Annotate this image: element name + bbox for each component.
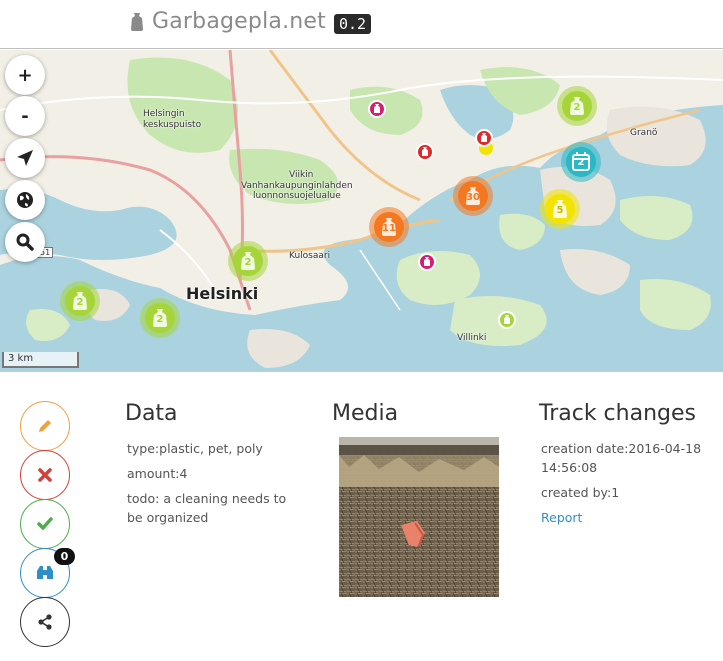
cluster-marker[interactable]: 2 (557, 86, 597, 126)
navigation-arrow-icon (17, 150, 33, 166)
trash-bag-icon (128, 11, 146, 33)
search-icon (16, 233, 34, 251)
data-type: type:plastic, pet, poly (127, 441, 263, 456)
close-icon (38, 468, 52, 482)
cluster-count: 2 (244, 257, 252, 268)
map-view[interactable]: Helsingin keskuspuisto Viikin Vanhankaup… (0, 50, 723, 372)
locate-button[interactable] (5, 138, 45, 178)
map-label-park2-line3: luonnonsuojelualue (253, 191, 341, 201)
cluster-count: 30 (466, 192, 480, 203)
map-label-park2-line1: Viikin (289, 170, 314, 180)
pencil-icon (39, 420, 51, 432)
map-label-park1-line1: Helsingin (143, 109, 185, 119)
cluster-count: 2 (156, 314, 164, 325)
edit-button[interactable] (20, 401, 70, 451)
map-label-villinki: Villinki (457, 333, 487, 343)
trash-bag-icon (374, 104, 380, 113)
data-amount: amount:4 (127, 466, 188, 481)
follow-count-badge: 0 (54, 548, 75, 565)
report-link[interactable]: Report (541, 508, 582, 527)
trash-bag-icon (504, 315, 510, 324)
cluster-marker[interactable]: 30 (453, 176, 493, 216)
media-photo[interactable] (339, 437, 499, 597)
map-label-park2-line2: Vanhankaupunginlahden (241, 181, 353, 191)
creation-date-line1: creation date:2016-04-18 (541, 441, 702, 456)
trash-bag-icon (422, 147, 428, 156)
delete-button[interactable] (20, 450, 70, 500)
data-todo-line2: be organized (127, 510, 209, 525)
map-label-park1-line2: keskuspuisto (143, 120, 202, 130)
binoculars-icon (37, 566, 53, 579)
trash-marker[interactable] (368, 100, 386, 118)
cluster-marker[interactable]: 2 (140, 298, 180, 338)
media-title: Media (332, 401, 399, 426)
trash-bag-icon (481, 133, 487, 142)
map-label-kulosaari: Kulosaari (289, 251, 331, 261)
creation-date-line2: 14:56:08 (541, 460, 598, 475)
created-by: created by:1 (541, 485, 620, 500)
app-header: Garbagepla.net 0.2 (0, 0, 723, 49)
version-badge: 0.2 (333, 13, 372, 34)
event-cluster-count: 2 (577, 157, 585, 168)
track-changes-title: Track changes (539, 401, 696, 426)
share-button[interactable] (20, 597, 70, 647)
trash-bag-icon (424, 257, 430, 266)
trash-marker[interactable] (498, 311, 516, 329)
trash-marker[interactable] (475, 129, 493, 147)
map-label-grano: Granö (630, 128, 658, 138)
check-icon (37, 517, 53, 530)
cluster-marker[interactable]: 2 (60, 281, 100, 321)
cluster-marker[interactable]: 5 (540, 189, 580, 229)
cluster-marker[interactable]: 2 (228, 241, 268, 281)
confirm-button[interactable] (20, 499, 70, 549)
data-todo-line1: todo: a cleaning needs to (127, 491, 287, 506)
zoom-out-button[interactable]: - (5, 96, 45, 136)
brand-name: Garbagepla.net (152, 9, 326, 34)
zoom-in-button[interactable]: + (5, 55, 45, 95)
map-scale: 3 km (2, 352, 79, 368)
map-tiles (0, 50, 723, 372)
layers-button[interactable] (5, 180, 45, 220)
share-icon (38, 614, 52, 630)
search-button[interactable] (5, 222, 45, 262)
cluster-count: 11 (382, 223, 396, 234)
brand[interactable]: Garbagepla.net 0.2 (128, 9, 372, 34)
trash-marker[interactable] (418, 253, 436, 271)
data-title: Data (125, 401, 178, 426)
map-label-helsinki: Helsinki (186, 284, 259, 303)
cluster-count: 2 (573, 102, 581, 113)
cluster-count: 2 (76, 297, 84, 308)
event-cluster-marker[interactable]: 2 (561, 142, 601, 182)
cluster-count: 5 (556, 205, 564, 216)
trash-marker[interactable] (416, 143, 434, 161)
cluster-marker[interactable]: 11 (369, 207, 409, 247)
globe-icon (17, 192, 33, 208)
